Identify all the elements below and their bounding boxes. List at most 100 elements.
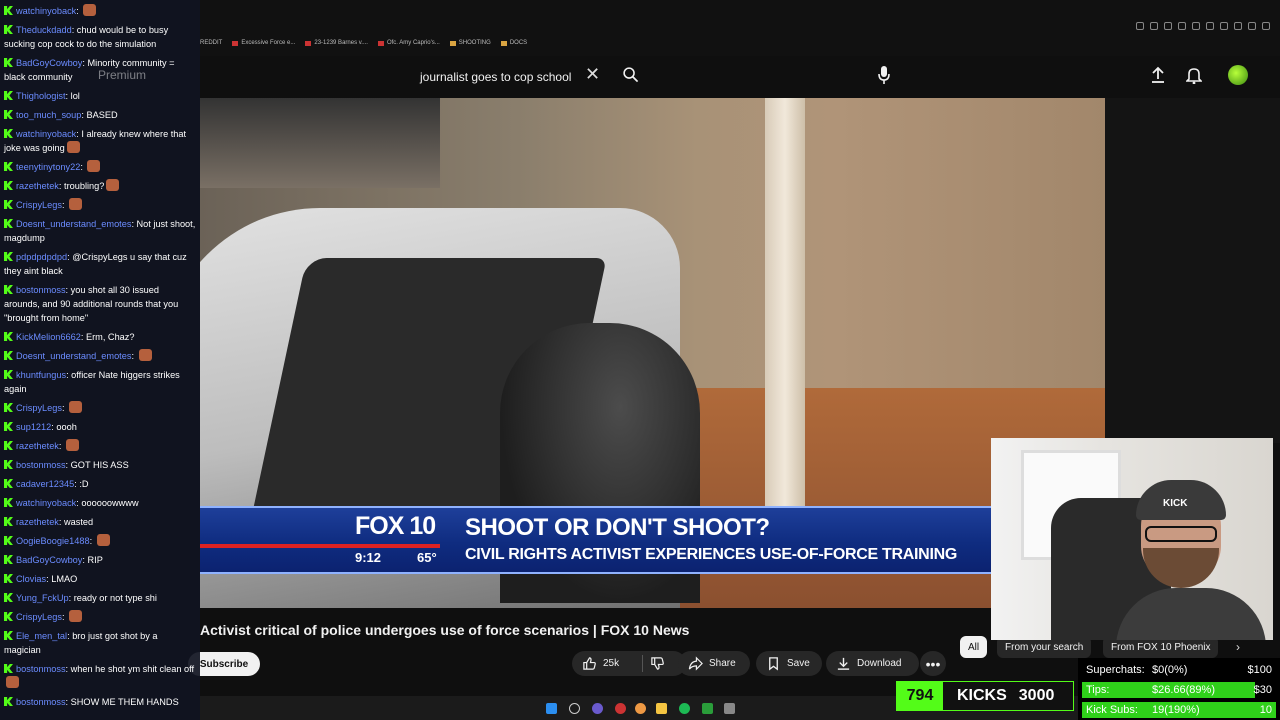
bookmark-folder[interactable]: DOCS <box>500 40 527 46</box>
extension-icon[interactable] <box>1248 22 1256 30</box>
chat-text: Erm, Chaz? <box>85 332 135 342</box>
folder-icon[interactable] <box>656 703 667 714</box>
save-button[interactable]: Save <box>756 651 822 676</box>
kick-badge-icon <box>4 422 13 431</box>
download-icon <box>837 657 850 670</box>
extension-icon[interactable] <box>1164 22 1172 30</box>
news-subline: CIVIL RIGHTS ACTIVIST EXPERIENCES USE-OF… <box>465 546 957 563</box>
extension-icon[interactable] <box>1178 22 1186 30</box>
chat-message: Yung_FckUp: ready or not type shi <box>4 591 196 605</box>
folder-icon <box>449 40 456 46</box>
extension-icon[interactable] <box>1234 22 1242 30</box>
chip-all[interactable]: All <box>960 636 988 658</box>
chat-username[interactable]: watchinyoback <box>16 498 76 508</box>
chat-username[interactable]: bostonmoss <box>16 460 66 470</box>
kick-badge-icon <box>4 285 13 294</box>
more-options-button[interactable]: ••• <box>920 651 946 676</box>
chat-username[interactable]: razethetek <box>16 517 59 527</box>
extension-icon[interactable] <box>1262 22 1270 30</box>
chat-username[interactable]: Yung_FckUp <box>16 593 69 603</box>
chat-username[interactable]: watchinyoback <box>16 129 76 139</box>
chat-username[interactable]: Thighologist <box>16 91 66 101</box>
bookmark-item[interactable]: 23-1239 Barnes v.... <box>305 40 368 46</box>
extension-icon[interactable] <box>1192 22 1200 30</box>
chat-text: LMAO <box>51 574 78 584</box>
chat-text: troubling? <box>64 181 105 191</box>
divider <box>642 655 643 672</box>
chat-message: watchinyoback: I already knew where that… <box>4 129 187 153</box>
doc-icon <box>305 40 312 46</box>
search-input[interactable]: journalist goes to cop school <box>420 70 571 84</box>
bookmark-folder[interactable]: SHOOTING <box>449 40 491 46</box>
webcam-overlay: KICK <box>991 438 1273 640</box>
extension-icon[interactable] <box>1220 22 1228 30</box>
share-button[interactable]: Share <box>678 651 750 676</box>
chat-username[interactable]: cadaver12345 <box>16 479 74 489</box>
chat-username[interactable]: CrispyLegs <box>16 403 62 413</box>
emote-icon <box>69 401 83 413</box>
search-icon[interactable] <box>622 66 639 83</box>
upload-icon[interactable] <box>1150 66 1166 84</box>
goal-row: Tips: $26.66(89%) $30 <box>1082 680 1276 700</box>
chat-message: Doesnt_understand_emotes: Not just shoot… <box>4 219 196 243</box>
download-label: Download <box>857 658 902 669</box>
bookmark-item[interactable]: Ofc. Amy Caprio's... <box>377 40 440 46</box>
chat-username[interactable]: razethetek <box>16 181 59 191</box>
chat-username[interactable]: bostonmoss <box>16 285 66 295</box>
bookmark-item[interactable]: Excessive Force e... <box>232 40 295 46</box>
news-logo: FOX 10 <box>355 512 436 540</box>
close-icon[interactable]: ✕ <box>585 65 600 83</box>
app-icon[interactable] <box>702 703 713 714</box>
kick-badge-icon <box>4 403 13 412</box>
chat-username[interactable]: pdpdpdpdpd <box>16 252 67 262</box>
app-icon[interactable] <box>724 703 735 714</box>
chat-username[interactable]: Doesnt_understand_emotes <box>16 351 131 361</box>
chat-username[interactable]: CrispyLegs <box>16 200 62 210</box>
chat-username[interactable]: Doesnt_understand_emotes <box>16 219 131 229</box>
bell-icon[interactable] <box>1186 66 1202 84</box>
chat-username[interactable]: BadGoyCowboy <box>16 555 82 565</box>
chat-username[interactable]: CrispyLegs <box>16 612 62 622</box>
download-button[interactable]: Download <box>826 651 919 676</box>
chat-username[interactable]: watchinyoback <box>16 6 76 16</box>
chat-message: KickMelion6662: Erm, Chaz? <box>4 330 196 344</box>
mic-icon[interactable] <box>877 65 891 85</box>
chat-username[interactable]: sup1212 <box>16 422 51 432</box>
chat-username[interactable]: KickMelion6662 <box>16 332 81 342</box>
extension-icon[interactable] <box>1136 22 1144 30</box>
app-icon[interactable] <box>592 703 603 714</box>
ellipsis-icon: ••• <box>925 655 941 672</box>
stream-chat: watchinyoback: Theduckdadd: chud would b… <box>0 0 200 720</box>
extension-icon[interactable] <box>1150 22 1158 30</box>
video-player[interactable]: FOX 10 9:12 65° SHOOT OR DON'T SHOOT? CI… <box>200 98 1105 608</box>
like-button[interactable]: 25k <box>572 651 686 676</box>
spotify-icon[interactable] <box>679 703 690 714</box>
chat-username[interactable]: Clovias <box>16 574 46 584</box>
browser-toolbar: REDDIT Excessive Force e... 23-1239 Barn… <box>200 0 1280 56</box>
chat-username[interactable]: khuntfungus <box>16 370 66 380</box>
avatar[interactable] <box>1228 65 1248 85</box>
chrome-icon[interactable] <box>635 703 646 714</box>
emote-icon <box>69 198 83 210</box>
news-temperature: 65° <box>417 550 437 565</box>
extension-icon[interactable] <box>1206 22 1214 30</box>
windows-start-icon[interactable] <box>546 703 557 714</box>
folder-icon <box>500 40 507 46</box>
chat-username[interactable]: Theduckdadd <box>16 25 72 35</box>
bookmark-item[interactable]: REDDIT <box>200 40 222 46</box>
app-icon[interactable] <box>615 703 626 714</box>
chat-username[interactable]: razethetek <box>16 441 59 451</box>
chat-text: SHOW ME THEM HANDS <box>70 697 179 707</box>
chat-username[interactable]: OogieBoogie1488 <box>16 536 90 546</box>
chat-username[interactable]: bostonmoss <box>16 664 66 674</box>
chat-username[interactable]: bostonmoss <box>16 697 66 707</box>
chat-username[interactable]: teenytinytony22 <box>16 162 80 172</box>
chat-message: razethetek: wasted <box>4 515 196 529</box>
search-icon[interactable] <box>569 703 580 714</box>
chevron-right-icon[interactable]: › <box>1236 640 1240 654</box>
chat-username[interactable]: BadGoyCowboy <box>16 58 82 68</box>
chat-username[interactable]: too_much_soup <box>16 110 81 120</box>
chat-username[interactable]: Ele_men_tal <box>16 631 67 641</box>
thumbs-down-icon[interactable] <box>650 656 665 671</box>
donation-goals: Superchats: $0(0%) $100 Tips: $26.66(89%) $30… <box>1078 658 1280 720</box>
